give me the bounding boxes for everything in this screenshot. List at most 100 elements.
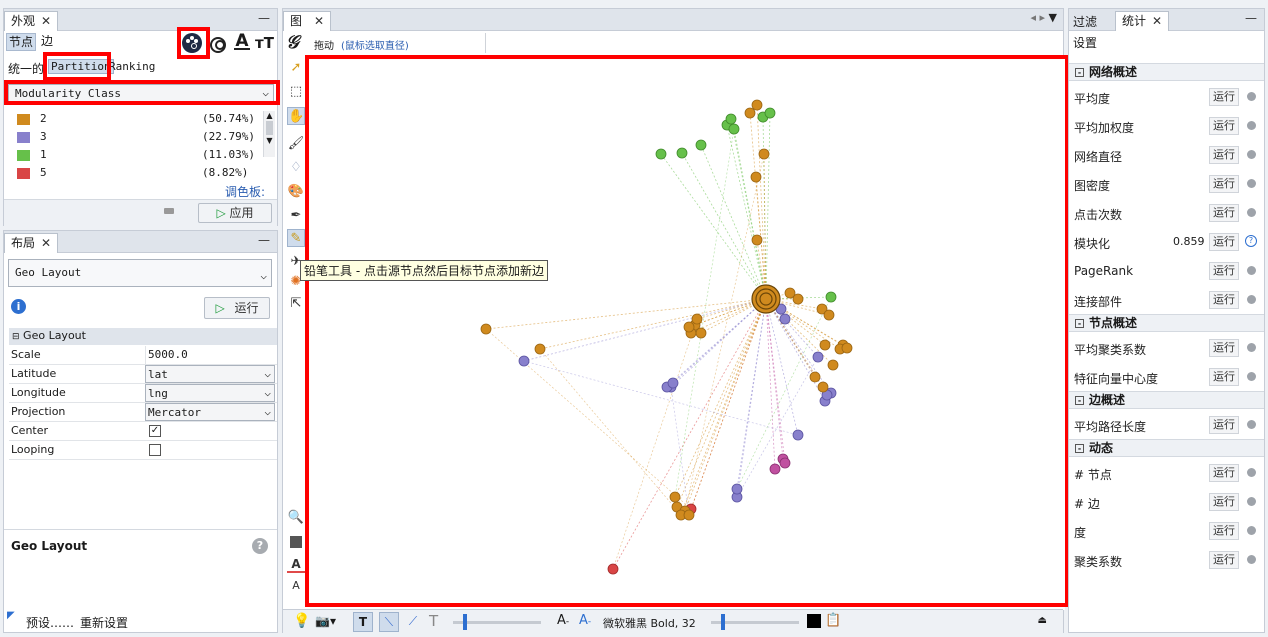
graph-node[interactable] <box>758 148 770 160</box>
run-statistic-button[interactable]: 运行 <box>1209 233 1239 251</box>
drag-label[interactable]: 拖动 <box>314 37 334 52</box>
graph-node[interactable] <box>751 234 763 246</box>
layout-run-button[interactable]: ▷ 运行 <box>204 297 270 319</box>
mode-unique[interactable]: 统一的 <box>8 60 44 77</box>
minimize-icon[interactable]: — <box>257 233 271 247</box>
graph-node[interactable] <box>812 351 824 363</box>
status-dot-icon[interactable] <box>1247 179 1256 188</box>
run-statistic-button[interactable]: 运行 <box>1209 204 1239 222</box>
legend-swatch[interactable] <box>17 168 30 179</box>
status-dot-icon[interactable] <box>1247 420 1256 429</box>
status-dot-icon[interactable] <box>1247 208 1256 217</box>
list-item[interactable]: 2 (50.74%) <box>4 111 264 129</box>
show-labels-icon[interactable]: T <box>353 612 373 632</box>
tab-layout[interactable]: 布局 ✕ <box>4 233 59 253</box>
status-dot-icon[interactable] <box>1247 372 1256 381</box>
edge-mode-icon[interactable]: ⟍ <box>379 612 399 632</box>
property-group-header[interactable]: ⊟ Geo Layout <box>9 328 277 345</box>
graph-node[interactable] <box>817 381 829 393</box>
graph-node[interactable] <box>728 123 740 135</box>
label-color-icon[interactable]: A <box>234 31 250 53</box>
label-size-icon[interactable]: ᴛT <box>255 33 275 53</box>
graph-node[interactable] <box>809 371 821 383</box>
collapse-icon[interactable]: - <box>1075 319 1084 328</box>
close-icon[interactable]: ✕ <box>314 14 324 28</box>
reset-link[interactable]: 重新设置 <box>80 614 128 631</box>
font-increase-icon[interactable]: A- <box>579 613 591 628</box>
clipboard-icon[interactable]: 📋 <box>825 613 841 628</box>
presets-link[interactable]: 预设…… <box>26 614 74 631</box>
painter-icon[interactable]: 🎨 <box>287 183 305 201</box>
legend-swatch[interactable] <box>17 114 30 125</box>
run-statistic-button[interactable]: 运行 <box>1209 551 1239 569</box>
graph-node[interactable] <box>825 291 837 303</box>
run-statistic-button[interactable]: 运行 <box>1209 146 1239 164</box>
run-statistic-button[interactable]: 运行 <box>1209 464 1239 482</box>
network-graph[interactable] <box>311 57 1063 602</box>
settings-link[interactable]: 设置 <box>1073 34 1097 51</box>
expand-icon[interactable]: ⏏ <box>1038 615 1047 626</box>
label-color-swatch[interactable] <box>807 614 821 628</box>
help-icon[interactable]: ? <box>252 538 268 554</box>
graph-node[interactable] <box>695 327 707 339</box>
run-statistic-button[interactable]: 运行 <box>1209 493 1239 511</box>
graph-node[interactable] <box>683 321 695 333</box>
graph-node[interactable] <box>518 355 530 367</box>
run-statistic-button[interactable]: 运行 <box>1209 175 1239 193</box>
graph-node[interactable] <box>827 359 839 371</box>
run-statistic-button[interactable]: 运行 <box>1209 339 1239 357</box>
status-dot-icon[interactable] <box>1247 121 1256 130</box>
font-size-slider[interactable] <box>711 614 799 630</box>
run-statistic-button[interactable]: 运行 <box>1209 522 1239 540</box>
tab-appearance[interactable]: 外观 ✕ <box>4 11 59 31</box>
graph-node[interactable] <box>792 293 804 305</box>
mode-partition[interactable]: Partition <box>48 59 114 74</box>
status-dot-icon[interactable] <box>1247 295 1256 304</box>
scale-input[interactable]: 5000.0 <box>145 346 275 364</box>
font-decrease-icon[interactable]: A- <box>557 613 569 628</box>
graph-node[interactable] <box>731 483 743 495</box>
tab-filters[interactable]: 过滤 <box>1073 13 1097 30</box>
pencil-icon[interactable]: ✎ <box>287 229 305 247</box>
stats-section-header[interactable]: - 节点概述 <box>1069 314 1264 332</box>
brush-icon[interactable]: 🖌 <box>287 135 305 153</box>
projection-select[interactable]: Mercator ⌵ <box>145 403 275 421</box>
graph-node[interactable] <box>819 339 831 351</box>
graph-node[interactable] <box>655 148 667 160</box>
apply-button[interactable]: ▷ 应用 <box>198 203 272 223</box>
report-help-icon[interactable]: ? <box>1245 235 1257 247</box>
background-color-icon[interactable] <box>287 533 305 551</box>
layout-algorithm-select[interactable]: Geo Layout ⌵ <box>8 259 272 287</box>
graph-node[interactable] <box>480 323 492 335</box>
graph-node[interactable] <box>779 313 791 325</box>
run-statistic-button[interactable]: 运行 <box>1209 291 1239 309</box>
graph-node[interactable] <box>792 429 804 441</box>
status-dot-icon[interactable] <box>1247 555 1256 564</box>
close-icon[interactable]: ✕ <box>41 236 51 250</box>
latitude-select[interactable]: lat ⌵ <box>145 365 275 383</box>
close-icon[interactable]: ✕ <box>1152 14 1162 28</box>
run-statistic-button[interactable]: 运行 <box>1209 262 1239 280</box>
subtab-edges[interactable]: 边 <box>38 33 56 51</box>
palette-link[interactable]: 调色板: <box>225 183 265 200</box>
center-checkbox[interactable]: ✓ <box>149 425 161 437</box>
minimize-icon[interactable]: — <box>257 11 271 25</box>
list-item[interactable]: 5 (8.82%) <box>4 165 264 183</box>
status-dot-icon[interactable] <box>1247 526 1256 535</box>
close-icon[interactable]: ✕ <box>41 14 51 28</box>
legend-swatch[interactable] <box>17 132 30 143</box>
graph-node[interactable] <box>751 99 763 111</box>
graph-node[interactable] <box>764 107 776 119</box>
collapse-icon[interactable]: - <box>1075 68 1084 77</box>
collapse-icon[interactable]: ⊟ <box>12 332 20 342</box>
auto-apply-icon[interactable] <box>164 208 174 214</box>
collapse-icon[interactable]: - <box>1075 444 1084 453</box>
stats-section-header[interactable]: - 边概述 <box>1069 391 1264 409</box>
status-dot-icon[interactable] <box>1247 150 1256 159</box>
graph-node[interactable] <box>744 107 756 119</box>
graph-node[interactable] <box>695 139 707 151</box>
graph-node[interactable] <box>725 113 737 125</box>
pen-icon[interactable]: ✒ <box>287 207 305 225</box>
edge-color-icon[interactable]: ⟋ <box>403 612 423 632</box>
looping-checkbox[interactable] <box>149 444 161 456</box>
